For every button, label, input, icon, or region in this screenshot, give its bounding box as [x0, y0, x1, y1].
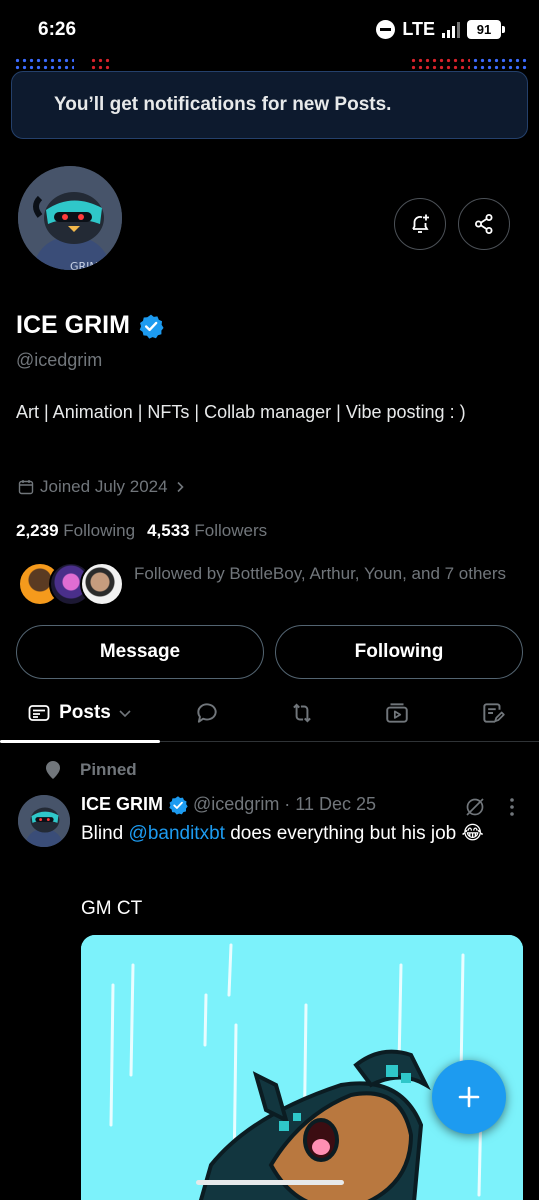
profile-avatar[interactable]: GRIM — [16, 164, 124, 272]
pin-icon — [46, 761, 60, 779]
status-time: 6:26 — [38, 19, 77, 40]
banner-lights — [410, 57, 470, 71]
profile-tabs: Posts — [0, 686, 539, 742]
followers-link[interactable]: 4,533 Followers — [147, 521, 267, 541]
tab-media[interactable] — [370, 686, 424, 740]
compose-post-button[interactable] — [432, 1060, 506, 1134]
post-author-name[interactable]: ICE GRIM — [81, 794, 163, 815]
tab-posts[interactable]: Posts — [0, 686, 160, 740]
grok-icon — [466, 798, 484, 816]
share-profile-button[interactable] — [458, 198, 510, 250]
svg-text:GRIM: GRIM — [70, 260, 99, 272]
notification-toast[interactable]: You’ll get notifications for new Posts. — [11, 71, 528, 139]
status-bar: 6:26 LTE 91 — [0, 0, 539, 62]
toast-text: You’ll get notifications for new Posts. — [54, 94, 392, 115]
repost-icon — [293, 703, 311, 723]
display-name: ICE GRIM — [16, 311, 130, 339]
banner-lights — [14, 57, 74, 71]
post-text: Blind @banditxbt does everything but his… — [81, 820, 511, 848]
verified-badge-icon[interactable] — [138, 313, 164, 339]
following-button[interactable]: Following — [275, 625, 523, 679]
active-tab-indicator — [0, 740, 160, 743]
joined-date-row[interactable]: Joined July 2024 — [18, 477, 186, 497]
penguin-avatar-image: GRIM — [18, 166, 122, 272]
following-count: 2,239 — [16, 521, 59, 540]
message-button-label: Message — [99, 641, 181, 662]
reply-icon — [197, 703, 217, 723]
more-vertical-icon — [510, 798, 514, 816]
post-mention-link[interactable]: @banditxbt — [129, 823, 225, 844]
status-icons: LTE 91 — [376, 19, 505, 40]
battery-level: 91 — [476, 22, 492, 37]
pinned-label: Pinned — [80, 760, 137, 779]
pinned-label-row: Pinned — [44, 760, 137, 780]
post-header: ICE GRIM @icedgrim · 11 Dec 25 — [81, 794, 376, 815]
banner-lights — [90, 57, 110, 71]
network-label: LTE — [402, 19, 435, 39]
profile-name: ICE GRIM — [16, 311, 164, 340]
grok-button[interactable] — [464, 796, 486, 818]
tab-posts-label: Posts — [59, 702, 111, 723]
chevron-down-icon — [119, 710, 131, 718]
profile-handle: @icedgrim — [16, 350, 103, 370]
posts-icon — [28, 705, 50, 721]
joined-text: Joined July 2024 — [40, 477, 168, 496]
followed-by-text: Followed by BottleBoy, Arthur, Youn, and… — [134, 564, 507, 583]
signal-icon — [442, 21, 460, 38]
tab-articles[interactable] — [466, 686, 520, 740]
avatar — [80, 562, 124, 606]
post-meta: @icedgrim · 11 Dec 25 — [193, 794, 377, 814]
banner-lights — [472, 57, 528, 71]
post-author-avatar[interactable] — [18, 795, 70, 847]
following-label: Following — [63, 521, 136, 540]
tab-reposts[interactable] — [275, 686, 329, 740]
post-text-end: does everything but his job 😂 — [224, 823, 484, 844]
share-icon — [475, 214, 493, 234]
tab-replies[interactable] — [180, 686, 234, 740]
chevron-right-icon — [177, 481, 184, 493]
post-more-button[interactable] — [506, 796, 518, 818]
verified-badge-icon — [169, 795, 188, 815]
article-edit-icon — [483, 703, 505, 723]
followers-label: Followers — [194, 521, 268, 540]
mutual-avatars — [18, 562, 124, 606]
post-text-start: Blind — [81, 823, 129, 844]
home-indicator[interactable] — [196, 1180, 344, 1185]
followers-count: 4,533 — [147, 521, 190, 540]
following-button-label: Following — [354, 641, 444, 662]
penguin-avatar-image — [18, 795, 70, 847]
battery-icon: 91 — [467, 20, 505, 39]
post-text-line2: GM CT — [81, 898, 143, 919]
followed-by-row[interactable]: Followed by BottleBoy, Arthur, Youn, and… — [18, 562, 523, 608]
message-button[interactable]: Message — [16, 625, 264, 679]
profile-bio: Art | Animation | NFTs | Collab manager … — [16, 402, 466, 422]
do-not-disturb-icon — [376, 20, 396, 39]
bell-plus-icon — [412, 214, 429, 233]
following-link[interactable]: 2,239 Following — [16, 521, 135, 541]
follow-stats: 2,239 Following 4,533 Followers — [16, 521, 267, 541]
calendar-icon — [18, 480, 34, 495]
plus-icon — [458, 1086, 480, 1108]
notifications-button[interactable] — [394, 198, 446, 250]
media-icon — [386, 703, 408, 723]
